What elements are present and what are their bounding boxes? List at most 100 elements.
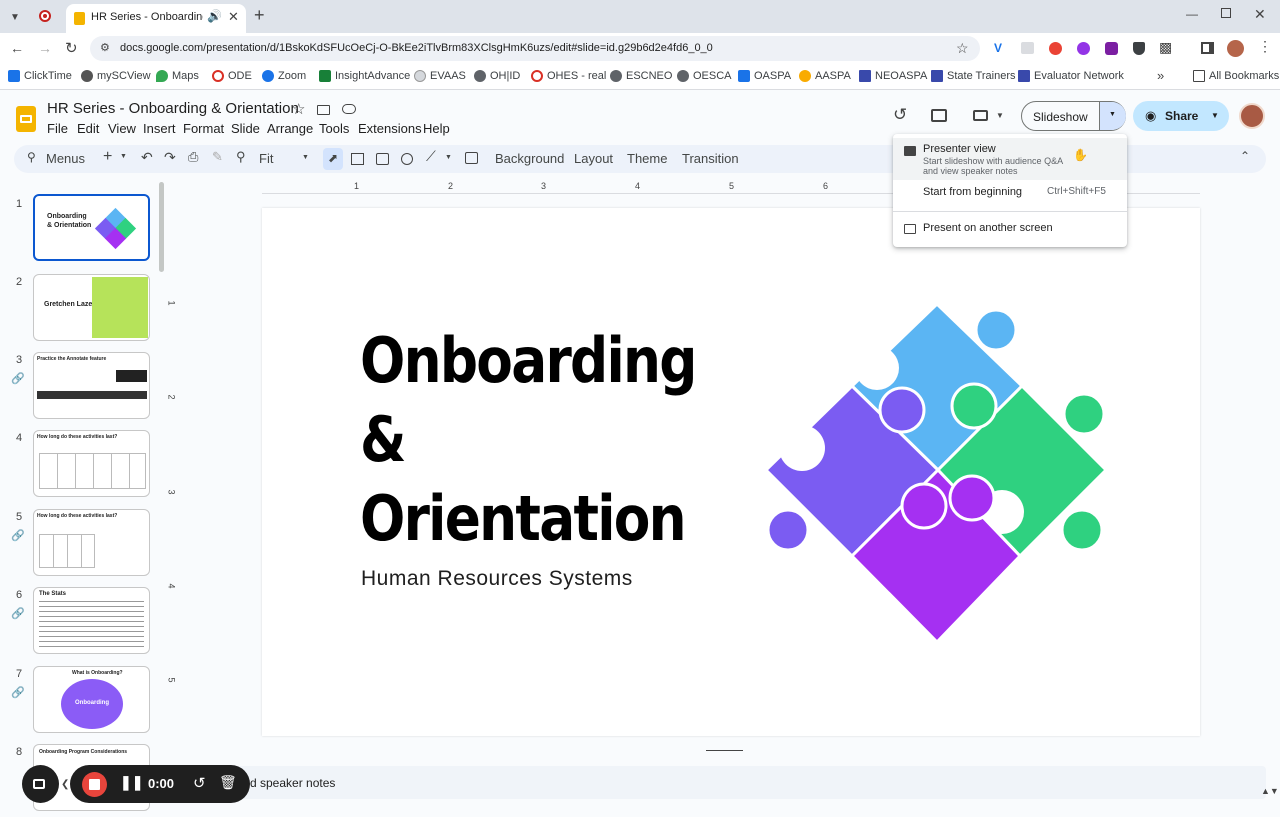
menu-help[interactable]: Help <box>423 121 450 136</box>
line-icon[interactable]: ⟋ <box>426 148 436 165</box>
extension-grid-icon[interactable] <box>1021 42 1034 54</box>
presenter-view-option[interactable]: Presenter view Start slideshow with audi… <box>893 138 1127 180</box>
extension-shield-icon[interactable] <box>1133 42 1145 55</box>
print-icon[interactable]: ⎙ <box>188 149 198 165</box>
stop-recording-button[interactable] <box>82 772 107 797</box>
background-button[interactable]: Background <box>495 151 564 166</box>
audio-playing-icon[interactable]: 🔊 <box>207 9 222 23</box>
bookmark-escneo[interactable]: ESCNEO <box>610 70 672 82</box>
bookmark-neoaspa[interactable]: NEOASPA <box>859 70 927 82</box>
extension-gear-icon[interactable] <box>1077 42 1090 55</box>
line-dropdown-icon[interactable]: ▼ <box>445 154 452 161</box>
all-bookmarks-button[interactable]: All Bookmarks <box>1193 70 1279 82</box>
recorder-collapse-icon[interactable]: ❮ <box>61 779 69 790</box>
trash-icon[interactable]: 🗑 <box>219 774 237 791</box>
new-slide-dropdown-icon[interactable]: ▼ <box>120 153 127 160</box>
shape-icon[interactable] <box>401 153 413 165</box>
slide-thumbnail-5[interactable]: How long do these activities last? <box>33 509 150 576</box>
zoom-icon[interactable]: ⚲ <box>236 149 246 165</box>
comment-add-icon[interactable] <box>465 152 478 164</box>
transition-button[interactable]: Transition <box>682 151 739 166</box>
bookmark-evaluator-network[interactable]: Evaluator Network <box>1018 70 1124 82</box>
paint-format-icon[interactable]: ✎ <box>212 149 223 165</box>
zoom-dropdown-icon[interactable]: ▼ <box>302 154 309 161</box>
bookmark-oaspa[interactable]: OASPA <box>738 70 791 82</box>
close-tab-icon[interactable]: ✕ <box>228 9 239 25</box>
slide-thumbnail-1[interactable]: Onboarding & Orientation <box>33 194 150 261</box>
browser-tab-active[interactable]: HR Series - Onboarding & Orientation 🔊 ✕ <box>66 4 246 33</box>
side-panel-icon[interactable] <box>1201 42 1214 54</box>
new-tab-button[interactable]: + <box>254 5 265 26</box>
bookmark-ohes-real[interactable]: OHES - real <box>531 70 606 82</box>
comments-icon[interactable] <box>931 109 947 122</box>
menu-tools[interactable]: Tools <box>319 121 349 136</box>
menu-view[interactable]: View <box>108 121 136 136</box>
insert-image-icon[interactable] <box>376 153 389 165</box>
slideshow-dropdown-button[interactable]: ▼ <box>1099 102 1126 130</box>
share-button[interactable]: ◉ Share ▼ <box>1133 101 1229 131</box>
menu-file[interactable]: File <box>47 121 68 136</box>
text-box-icon[interactable] <box>351 153 364 165</box>
extension-v-icon[interactable]: V <box>994 42 1006 54</box>
recorder-camera-button[interactable] <box>22 765 59 803</box>
theme-button[interactable]: Theme <box>627 151 667 166</box>
version-history-icon[interactable]: ↺ <box>893 105 907 125</box>
cloud-saved-icon[interactable] <box>342 104 356 114</box>
bookmark-evaas[interactable]: EVAAS <box>414 70 466 82</box>
notes-expand-icon[interactable]: ▲▼ <box>1261 786 1279 796</box>
bookmark-maps[interactable]: Maps <box>156 70 199 82</box>
pause-icon[interactable]: ❚❚ <box>120 774 143 791</box>
menu-format[interactable]: Format <box>183 121 224 136</box>
restart-icon[interactable]: ↺ <box>193 774 206 792</box>
slide-thumbnail-2[interactable]: Gretchen Lazen <box>33 274 150 341</box>
move-folder-icon[interactable] <box>317 105 330 115</box>
search-menus-input[interactable]: Menus <box>46 151 85 166</box>
bookmark-state-trainers[interactable]: State Trainers <box>931 70 1015 82</box>
browser-menu-icon[interactable]: ⋮ <box>1258 38 1272 55</box>
share-dropdown-icon[interactable]: ▼ <box>1211 111 1219 120</box>
tab-list-chevron-icon[interactable]: ▼ <box>6 8 24 26</box>
profile-avatar[interactable] <box>1227 40 1244 57</box>
menu-insert[interactable]: Insert <box>143 121 176 136</box>
bookmark-oesca[interactable]: OESCA <box>677 70 732 82</box>
slide-subtitle[interactable]: Human Resources Systems <box>361 567 633 591</box>
slide-thumbnail-3[interactable]: Practice the Annotate feature <box>33 352 150 419</box>
select-tool-button[interactable]: ⬈ <box>323 148 343 170</box>
puzzle-graphic[interactable] <box>762 298 1122 648</box>
search-menus-icon[interactable]: ⚲ <box>27 150 36 164</box>
slide-thumbnail-7[interactable]: What is Onboarding? Onboarding <box>33 666 150 733</box>
user-avatar[interactable] <box>1239 103 1265 129</box>
more-bookmarks-chevron-icon[interactable]: » <box>1157 68 1164 83</box>
forward-arrow-icon[interactable]: → <box>38 40 52 56</box>
document-title[interactable]: HR Series - Onboarding & Orientation <box>47 100 299 117</box>
zoom-select[interactable]: Fit <box>259 151 273 166</box>
star-icon[interactable]: ☆ <box>292 100 305 118</box>
reload-icon[interactable]: ↻ <box>65 39 78 57</box>
back-arrow-icon[interactable]: ← <box>10 40 24 56</box>
meet-camera-icon[interactable] <box>973 110 988 121</box>
undo-icon[interactable]: ↶ <box>141 149 153 166</box>
menu-edit[interactable]: Edit <box>77 121 99 136</box>
close-window-icon[interactable]: ✕ <box>1254 6 1266 23</box>
url-bar[interactable]: ⚙ docs.google.com/presentation/d/1BskoKd… <box>90 36 980 61</box>
minimize-window-icon[interactable]: — <box>1186 7 1198 21</box>
new-slide-icon[interactable]: + <box>103 148 112 166</box>
menu-slide[interactable]: Slide <box>231 121 260 136</box>
bookmark-aaspa[interactable]: AASPA <box>799 70 851 82</box>
site-info-icon[interactable]: ⚙ <box>100 41 110 54</box>
collapse-toolbar-icon[interactable]: ⌃ <box>1240 149 1250 163</box>
speaker-notes[interactable]: d speaker notes <box>181 766 1266 799</box>
menu-arrange[interactable]: Arrange <box>267 121 313 136</box>
bookmark-clicktime[interactable]: ClickTime <box>8 70 72 82</box>
redo-icon[interactable]: ↷ <box>164 149 176 166</box>
layout-button[interactable]: Layout <box>574 151 613 166</box>
slide-title[interactable]: Onboarding & Orientation <box>360 321 697 558</box>
bookmark-insightadvance[interactable]: InsightAdvance <box>319 70 410 82</box>
present-another-screen-option[interactable]: Present on another screen <box>893 218 1127 240</box>
bookmark-zoom[interactable]: Zoom <box>262 70 306 82</box>
filmstrip-scrollbar[interactable] <box>159 182 164 272</box>
extensions-puzzle-icon[interactable]: ▩ <box>1159 39 1172 56</box>
bookmark-ohid[interactable]: OH|ID <box>474 70 520 82</box>
extension-purple-icon[interactable] <box>1105 42 1118 55</box>
bookmark-star-icon[interactable]: ☆ <box>956 40 969 57</box>
